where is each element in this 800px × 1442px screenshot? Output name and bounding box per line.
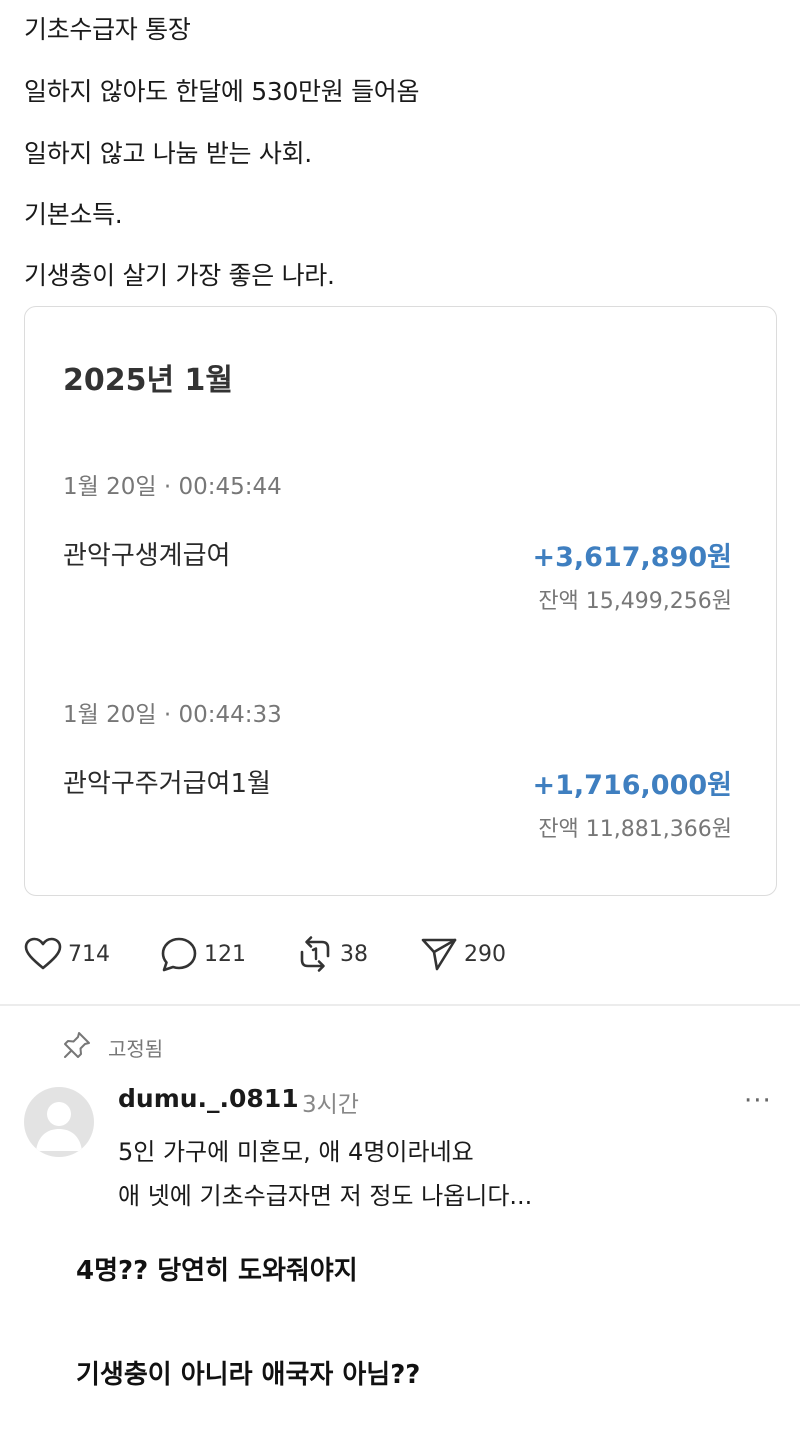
comment-bubble-icon [160,936,198,972]
share-count: 290 [464,941,506,967]
heart-icon [24,937,62,971]
post-line: 일하지 않고 나눔 받는 사회. [24,139,312,168]
transaction-amount: +1,716,000원 [532,770,732,801]
transaction-title: 관악구생계급여 [63,541,231,571]
comment-count: 121 [204,941,246,967]
repost-button[interactable]: 38 [296,934,368,974]
share-button[interactable]: 290 [420,934,506,974]
like-count: 714 [68,941,110,967]
like-button[interactable]: 714 [24,934,110,974]
post-line: 기생충이 살기 가장 좋은 나라. [24,261,335,290]
bank-statement-image[interactable]: 2025년 1월 1월 20일 · 00:45:44 관악구생계급여 +3,61… [24,306,777,896]
comment-text: 5인 가구에 미혼모, 애 4명이라네요 [118,1138,474,1166]
repost-icon [296,935,334,973]
transaction-date: 1월 20일 · 00:44:33 [63,702,282,728]
comment-username[interactable]: dumu._.0811 [118,1084,299,1113]
avatar[interactable] [24,1087,94,1157]
post-line: 일하지 않아도 한달에 530만원 들어옴 [24,77,420,106]
more-options-button[interactable]: ··· [744,1086,772,1116]
pinned-label: 고정됨 [108,1036,164,1061]
comment-text: 애 넷에 기초수급자면 저 정도 나옵니다... [118,1182,533,1210]
default-avatar-icon [36,1102,82,1151]
transaction-balance: 잔액 11,881,366원 [538,817,732,842]
post-line: 기초수급자 통장 [24,15,191,44]
transaction-date: 1월 20일 · 00:45:44 [63,474,282,500]
transaction-title: 관악구주거급여1월 [63,769,271,799]
post-action-bar: 714 121 38 290 [24,934,624,974]
pinned-indicator: 고정됨 [62,1030,163,1064]
repost-count: 38 [340,941,368,967]
section-divider [0,1004,800,1006]
post-line: 기본소득. [24,200,123,229]
reply-text: 기생충이 아니라 애국자 아님?? [76,1360,421,1390]
comment-timestamp: 3시간 [302,1092,359,1118]
statement-month: 2025년 1월 [63,363,234,398]
transaction-amount: +3,617,890원 [532,542,732,573]
transaction-balance: 잔액 15,499,256원 [538,589,732,614]
reply-text: 4명?? 당연히 도와줘야지 [76,1256,358,1286]
comment-button[interactable]: 121 [160,934,246,974]
send-icon [420,936,458,972]
pin-icon [62,1030,92,1064]
